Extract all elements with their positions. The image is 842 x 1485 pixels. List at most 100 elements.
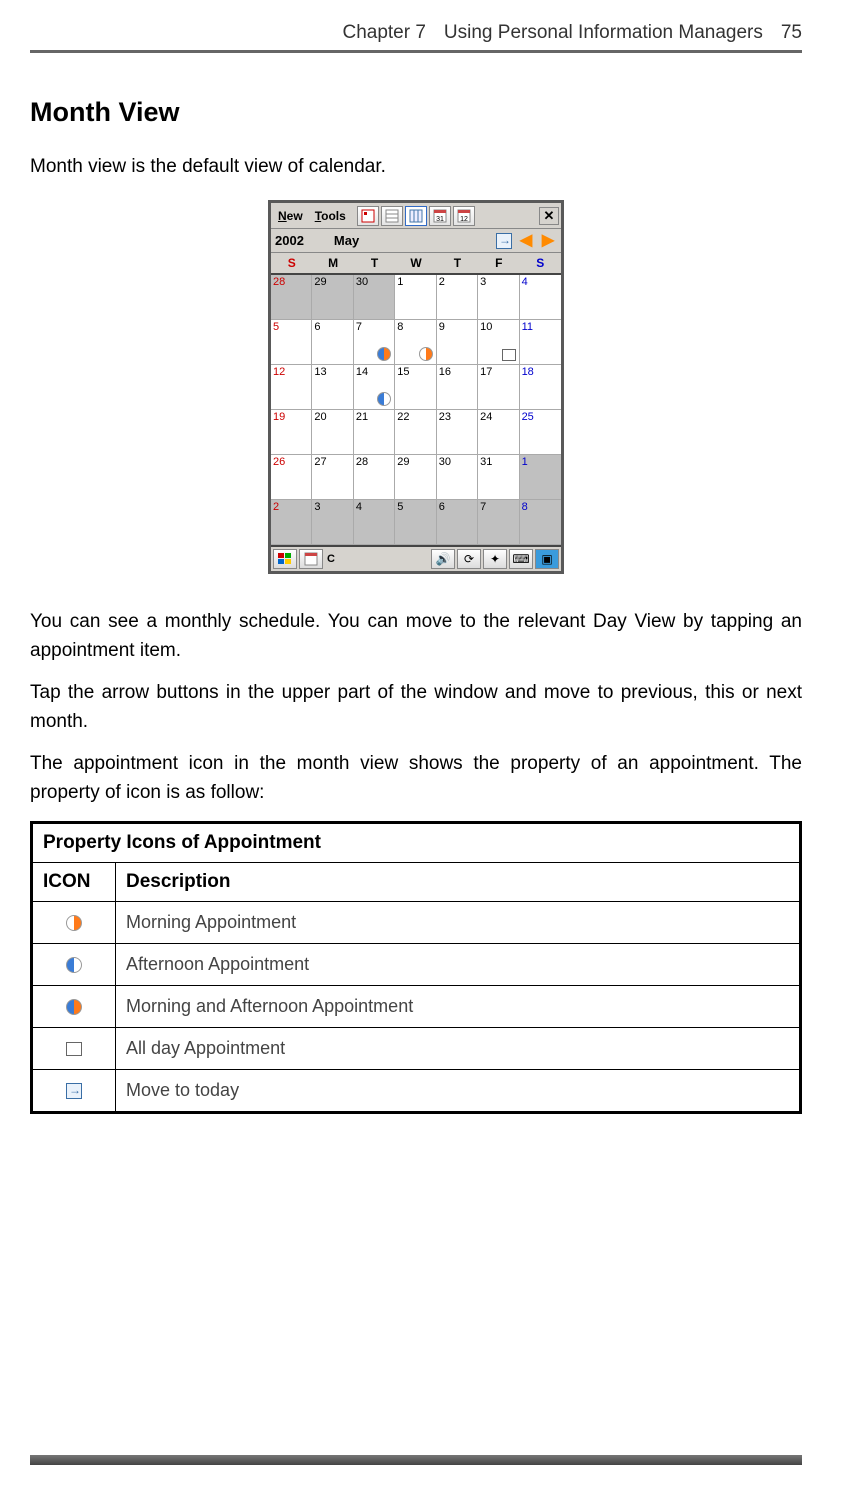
calendar-day-cell[interactable]: 15 (395, 365, 436, 410)
start-icon[interactable] (273, 549, 297, 569)
taskbar-calendar-icon[interactable] (299, 549, 323, 569)
calendar-day-cell[interactable]: 26 (271, 455, 312, 500)
desc-cell: All day Appointment (116, 1028, 801, 1070)
day-number: 27 (314, 456, 326, 468)
day-number: 24 (480, 411, 492, 423)
day-number: 28 (356, 456, 368, 468)
day-number: 4 (522, 276, 528, 288)
taskbar-desktop-icon[interactable]: ▣ (535, 549, 559, 569)
calendar-day-cell[interactable]: 7 (354, 320, 395, 365)
table-row: Afternoon Appointment (32, 944, 801, 986)
calendar-day-cell[interactable]: 23 (437, 410, 478, 455)
day-number: 11 (522, 321, 533, 333)
month-label[interactable]: May (334, 233, 359, 248)
calendar-day-cell[interactable]: 13 (312, 365, 353, 410)
calendar-day-cell[interactable]: 3 (312, 500, 353, 545)
taskbar-keyboard-icon[interactable]: ⌨ (509, 549, 533, 569)
col-desc-header: Description (116, 863, 801, 902)
day-number: 26 (273, 456, 285, 468)
calendar-day-cell[interactable]: 31 (478, 455, 519, 500)
section-title: Month View (30, 97, 802, 128)
calendar-day-cell[interactable]: 21 (354, 410, 395, 455)
close-icon[interactable]: ✕ (539, 207, 559, 225)
day-number: 2 (439, 276, 445, 288)
calendar-day-cell[interactable]: 24 (478, 410, 519, 455)
calendar-day-cell[interactable]: 6 (312, 320, 353, 365)
taskbar-sync-icon[interactable]: ⟳ (457, 549, 481, 569)
day-number: 2 (273, 501, 279, 513)
calendar-day-cell[interactable]: 30 (437, 455, 478, 500)
calendar-day-cell[interactable]: 19 (271, 410, 312, 455)
calendar-day-cell[interactable]: 17 (478, 365, 519, 410)
calendar-day-cell[interactable]: 8 (395, 320, 436, 365)
allday-icon (66, 1042, 82, 1056)
taskbar-net-icon[interactable]: ✦ (483, 549, 507, 569)
morning-icon (419, 347, 433, 361)
calendar-day-cell[interactable]: 4 (354, 500, 395, 545)
view-agenda-icon[interactable] (357, 206, 379, 226)
both-icon (66, 999, 82, 1015)
calendar-day-cell[interactable]: 29 (395, 455, 436, 500)
svg-text:12: 12 (460, 216, 468, 223)
calendar-day-cell[interactable]: 1 (520, 455, 561, 500)
calendar-day-cell[interactable]: 5 (395, 500, 436, 545)
page-footer-bar (30, 1455, 802, 1465)
year-label[interactable]: 2002 (275, 233, 304, 248)
day-number: 1 (397, 276, 403, 288)
goto-today-icon[interactable] (495, 232, 513, 250)
calendar-day-cell[interactable]: 22 (395, 410, 436, 455)
icon-cell (32, 986, 116, 1028)
next-month-icon[interactable]: ▶ (539, 232, 557, 250)
view-list-icon[interactable]: 12 (453, 206, 475, 226)
day-number: 23 (439, 411, 451, 423)
day-number: 12 (273, 366, 285, 378)
desc-cell: Afternoon Appointment (116, 944, 801, 986)
menu-tools[interactable]: Tools (310, 207, 351, 225)
table-row: Move to today (32, 1070, 801, 1113)
calendar-day-cell[interactable]: 7 (478, 500, 519, 545)
allday-icon (502, 349, 516, 361)
taskbar-sound-icon[interactable]: 🔊 (431, 549, 455, 569)
calendar-day-cell[interactable]: 27 (312, 455, 353, 500)
calendar-day-cell[interactable]: 2 (271, 500, 312, 545)
calendar-day-cell[interactable]: 2 (437, 275, 478, 320)
taskbar: C 🔊 ⟳ ✦ ⌨ ▣ (271, 545, 561, 571)
day-number: 10 (480, 321, 492, 333)
calendar-day-cell[interactable]: 6 (437, 500, 478, 545)
calendar-day-cell[interactable]: 5 (271, 320, 312, 365)
view-day-icon[interactable] (381, 206, 403, 226)
view-month-icon[interactable]: 31 (429, 206, 451, 226)
calendar-day-cell[interactable]: 12 (271, 365, 312, 410)
morning-icon (66, 915, 82, 931)
calendar-day-cell[interactable]: 11 (520, 320, 561, 365)
taskbar-c-label: C (327, 553, 335, 565)
calendar-day-cell[interactable]: 14 (354, 365, 395, 410)
calendar-day-cell[interactable]: 10 (478, 320, 519, 365)
menu-new[interactable]: New (273, 207, 308, 225)
page-number: 75 (781, 22, 802, 44)
calendar-day-cell[interactable]: 9 (437, 320, 478, 365)
calendar-day-cell[interactable]: 25 (520, 410, 561, 455)
desc-cell: Morning and Afternoon Appointment (116, 986, 801, 1028)
calendar-day-cell[interactable]: 30 (354, 275, 395, 320)
calendar-day-cell[interactable]: 28 (271, 275, 312, 320)
day-number: 19 (273, 411, 285, 423)
both-icon (377, 347, 391, 361)
day-number: 5 (397, 501, 403, 513)
calendar-day-cell[interactable]: 29 (312, 275, 353, 320)
calendar-day-cell[interactable]: 3 (478, 275, 519, 320)
prev-month-icon[interactable]: ◀ (517, 232, 535, 250)
calendar-day-cell[interactable]: 4 (520, 275, 561, 320)
page-header: Chapter 7 Using Personal Information Man… (30, 22, 802, 53)
calendar-day-cell[interactable]: 28 (354, 455, 395, 500)
day-number: 30 (356, 276, 368, 288)
view-week-icon[interactable] (405, 206, 427, 226)
calendar-day-cell[interactable]: 1 (395, 275, 436, 320)
table-row: All day Appointment (32, 1028, 801, 1070)
calendar-day-cell[interactable]: 18 (520, 365, 561, 410)
calendar-day-cell[interactable]: 20 (312, 410, 353, 455)
calendar-day-cell[interactable]: 8 (520, 500, 561, 545)
calendar-day-cell[interactable]: 16 (437, 365, 478, 410)
icon-cell (32, 944, 116, 986)
day-number: 14 (356, 366, 368, 378)
